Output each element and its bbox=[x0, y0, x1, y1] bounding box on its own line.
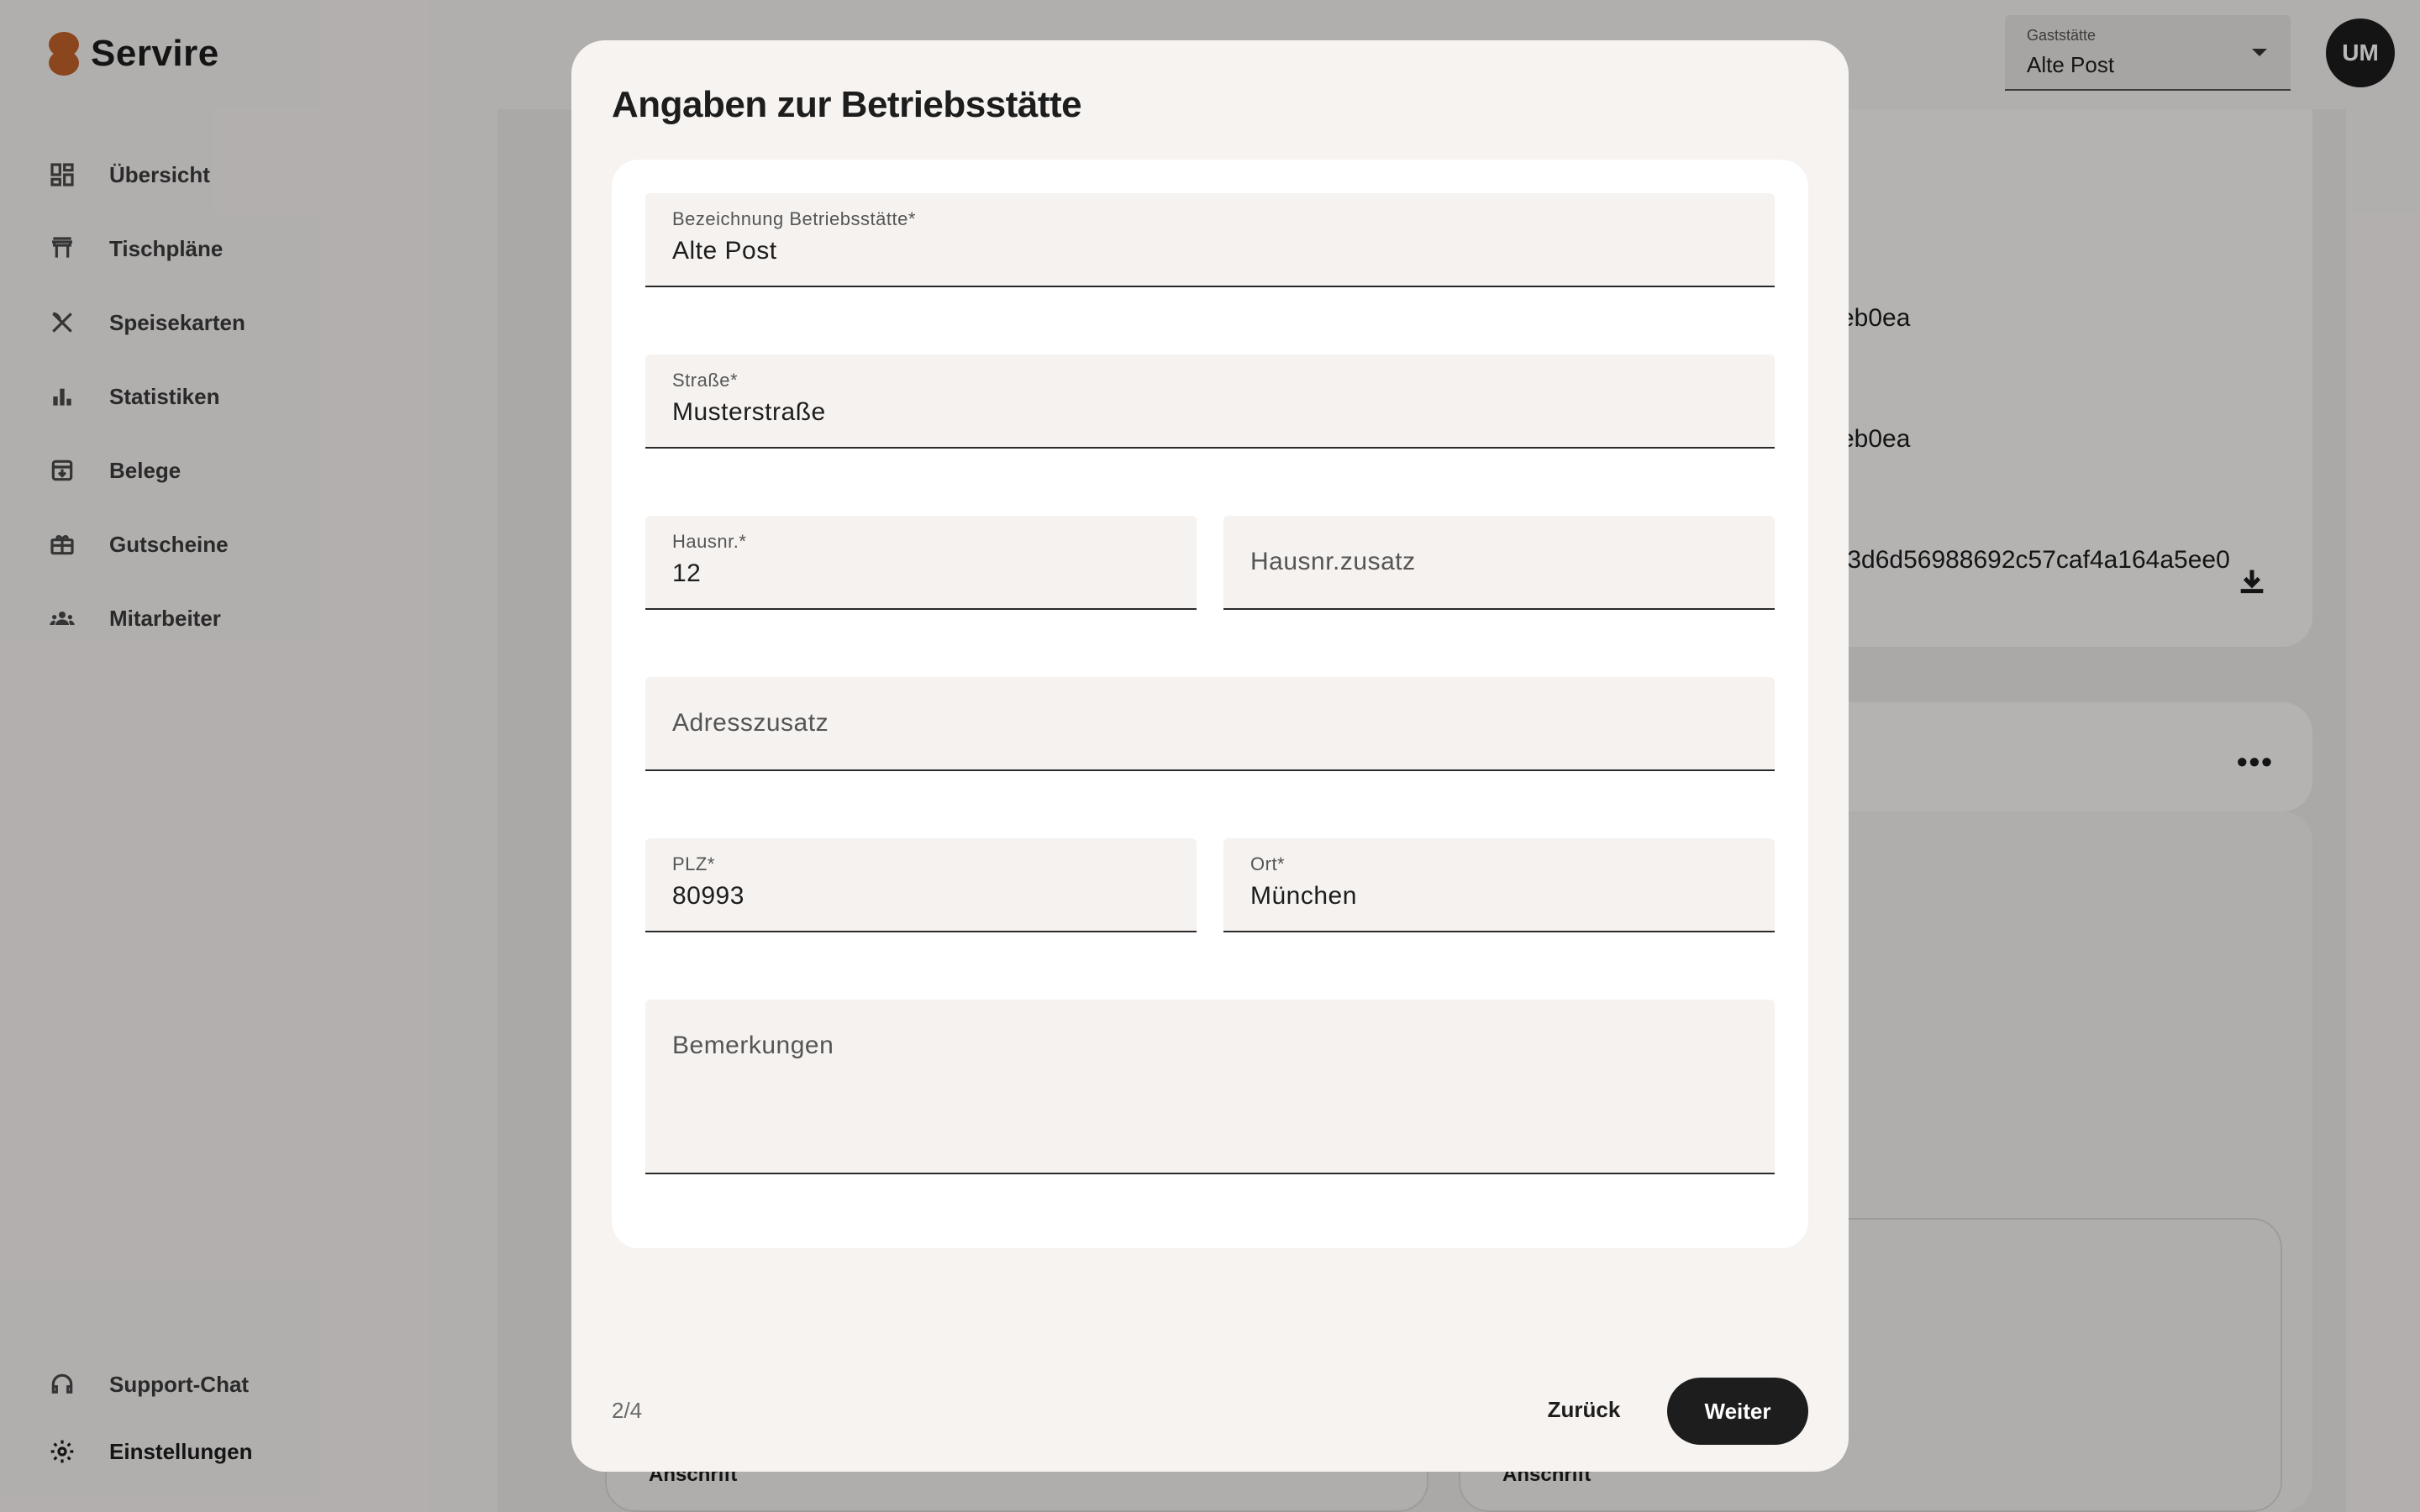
city-field[interactable]: Ort* München bbox=[1223, 838, 1775, 932]
zip-label: PLZ* bbox=[672, 853, 715, 874]
house-number-value: 12 bbox=[672, 559, 702, 587]
next-button[interactable]: Weiter bbox=[1667, 1378, 1808, 1445]
address-form: Bezeichnung Betriebsstätte* Alte Post St… bbox=[612, 160, 1808, 1248]
site-name-label: Bezeichnung Betriebsstätte* bbox=[672, 208, 916, 229]
city-label: Ort* bbox=[1250, 853, 1286, 874]
street-label: Straße* bbox=[672, 370, 739, 391]
house-number-label: Hausnr.* bbox=[672, 531, 747, 552]
remarks-placeholder: Bemerkungen bbox=[672, 1032, 834, 1059]
house-number-field[interactable]: Hausnr.* 12 bbox=[645, 516, 1197, 610]
address-suffix-field[interactable]: Adresszusatz bbox=[645, 677, 1775, 771]
step-indicator: 2/4 bbox=[612, 1398, 643, 1423]
dialog-title: Angaben zur Betriebsstätte bbox=[612, 84, 1082, 125]
house-number-suffix-placeholder: Hausnr.zusatz bbox=[1250, 548, 1416, 575]
address-suffix-placeholder: Adresszusatz bbox=[672, 709, 829, 737]
street-field[interactable]: Straße* Musterstraße bbox=[645, 354, 1775, 449]
zip-field[interactable]: PLZ* 80993 bbox=[645, 838, 1197, 932]
remarks-field[interactable]: Bemerkungen bbox=[645, 1000, 1775, 1174]
city-value: München bbox=[1250, 882, 1357, 910]
house-number-suffix-field[interactable]: Hausnr.zusatz bbox=[1223, 516, 1775, 610]
site-name-value: Alte Post bbox=[672, 237, 777, 265]
back-button[interactable]: Zurück bbox=[1529, 1381, 1639, 1438]
site-details-dialog: Angaben zur Betriebsstätte Bezeichnung B… bbox=[571, 40, 1849, 1472]
street-value: Musterstraße bbox=[672, 398, 826, 426]
zip-value: 80993 bbox=[672, 882, 744, 910]
site-name-field[interactable]: Bezeichnung Betriebsstätte* Alte Post bbox=[645, 193, 1775, 287]
